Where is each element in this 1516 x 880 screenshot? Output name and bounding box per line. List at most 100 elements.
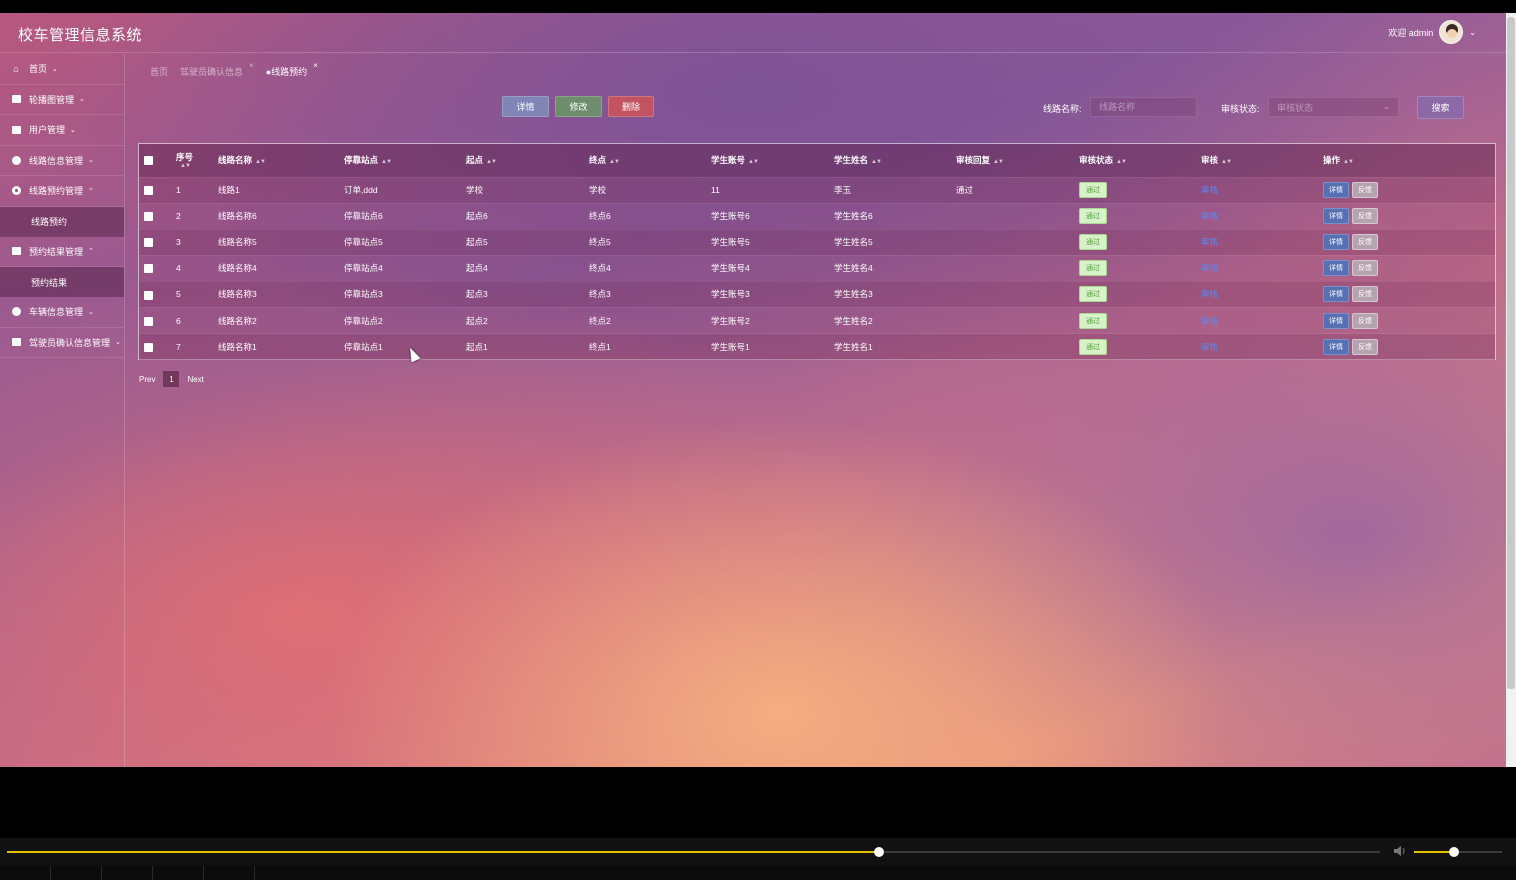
detail-button[interactable]: 详情	[502, 96, 549, 117]
cell-no: 4	[176, 263, 181, 274]
sidebar-subitem-route-booking[interactable]: 线路预约	[0, 206, 124, 237]
vertical-scrollbar[interactable]	[1506, 13, 1516, 767]
column-header-start[interactable]: 起点 ▲▼	[466, 144, 589, 177]
sidebar-item-drivers[interactable]: 驾驶员确认信息管理 ⌄	[0, 328, 124, 358]
search-button[interactable]: 搜索	[1417, 96, 1464, 119]
edit-button[interactable]: 修改	[555, 96, 602, 117]
column-header-end[interactable]: 终点 ▲▼	[589, 144, 711, 177]
table-row[interactable]: 2 线路名称6 停靠站点6 起点6 终点6 学生账号6 学生姓名6 通过 审核 详情 反馈	[139, 203, 1495, 230]
sort-icon: ▲▼	[993, 159, 1004, 166]
close-icon[interactable]: ×	[313, 61, 318, 70]
cell-reply	[956, 307, 1079, 333]
column-header-student-name[interactable]: 学生姓名 ▲▼	[834, 144, 956, 177]
cell-start: 起点1	[466, 341, 488, 352]
row-checkbox[interactable]	[144, 264, 153, 274]
column-header-route-name[interactable]: 线路名称 ▲▼	[218, 144, 344, 177]
row-checkbox[interactable]	[144, 316, 153, 326]
taskbar-slot[interactable]	[204, 866, 255, 880]
cell-reply	[956, 281, 1079, 307]
column-header-student-account[interactable]: 学生账号 ▲▼	[711, 144, 834, 177]
row-checkbox[interactable]	[144, 290, 153, 300]
table-row[interactable]: 7 线路名称1 停靠站点1 起点1 终点1 学生账号1 学生姓名1 通过 审核 详情 反馈	[139, 333, 1495, 360]
cell-end: 终点5	[589, 237, 611, 248]
app-window: 校车管理信息系统 欢迎 admin ⌄ ⌂ 首页 ⌄ 轮播图管理 ⌄ 用户管理 …	[0, 13, 1516, 767]
audit-link[interactable]: 审核	[1201, 237, 1218, 247]
row-feedback-button[interactable]: 反馈	[1352, 312, 1378, 329]
sidebar-item-home[interactable]: ⌂ 首页 ⌄	[0, 54, 124, 85]
column-header-audit[interactable]: 审核 ▲▼	[1201, 144, 1323, 177]
volume-icon[interactable]	[1393, 845, 1407, 857]
prev-page-button[interactable]: Prev	[139, 375, 155, 384]
cell-name: 线路名称6	[218, 211, 257, 222]
audit-link[interactable]: 审核	[1201, 185, 1218, 195]
row-detail-button[interactable]: 详情	[1323, 234, 1349, 251]
progress-slider[interactable]	[7, 847, 1380, 857]
table-row[interactable]: 4 线路名称4 停靠站点4 起点4 终点4 学生账号4 学生姓名4 通过 审核 详情 反馈	[139, 255, 1495, 282]
audit-link[interactable]: 审核	[1201, 316, 1218, 326]
sidebar-item-carousel[interactable]: 轮播图管理 ⌄	[0, 85, 124, 115]
volume-slider[interactable]	[1414, 847, 1502, 857]
row-feedback-button[interactable]: 反馈	[1352, 182, 1378, 199]
row-feedback-button[interactable]: 反馈	[1352, 234, 1378, 251]
table-row[interactable]: 3 线路名称5 停靠站点5 起点5 终点5 学生账号5 学生姓名5 通过 审核 详情 反馈	[139, 229, 1495, 256]
current-page[interactable]: 1	[163, 371, 180, 387]
audit-link[interactable]: 审核	[1201, 263, 1218, 273]
user-menu[interactable]: 欢迎 admin ⌄	[1388, 20, 1476, 44]
route-name-input[interactable]	[1090, 97, 1197, 117]
audit-status-select[interactable]: 审核状态 ⌄	[1268, 97, 1399, 117]
volume-handle[interactable]	[1448, 847, 1459, 857]
audit-link[interactable]: 审核	[1201, 211, 1218, 221]
progress-handle[interactable]	[873, 847, 884, 857]
sidebar-item-vehicles[interactable]: 车辆信息管理 ⌄	[0, 297, 124, 328]
row-feedback-button[interactable]: 反馈	[1352, 260, 1378, 277]
table-row[interactable]: 6 线路名称2 停靠站点2 起点2 终点2 学生账号2 学生姓名2 通过 审核 详情 反馈	[139, 307, 1495, 334]
row-feedback-button[interactable]: 反馈	[1352, 338, 1378, 355]
row-feedback-button[interactable]: 反馈	[1352, 208, 1378, 225]
row-detail-button[interactable]: 详情	[1323, 182, 1349, 199]
cell-stop: 停靠站点5	[344, 237, 383, 248]
delete-button[interactable]: 删除	[608, 96, 654, 117]
taskbar-slot[interactable]	[102, 866, 153, 880]
row-checkbox[interactable]	[144, 212, 153, 222]
column-header-actions[interactable]: 操作 ▲▼	[1323, 144, 1495, 177]
taskbar-slot[interactable]	[0, 866, 51, 880]
cell-actions: 详情 反馈	[1323, 229, 1495, 255]
sidebar-subitem-booking-result[interactable]: 预约结果	[0, 267, 124, 297]
row-detail-button[interactable]: 详情	[1323, 208, 1349, 225]
row-detail-button[interactable]: 详情	[1323, 338, 1349, 355]
column-header-stops[interactable]: 停靠站点 ▲▼	[344, 144, 466, 177]
sidebar-item-bookings[interactable]: 线路预约管理 ⌃	[0, 176, 124, 207]
row-checkbox[interactable]	[144, 186, 153, 196]
table-row[interactable]: 5 线路名称3 停靠站点3 起点3 终点3 学生账号3 学生姓名3 通过 审核 详情 反馈	[139, 281, 1495, 308]
row-detail-button[interactable]: 详情	[1323, 260, 1349, 277]
column-header-audit-status[interactable]: 审核状态 ▲▼	[1079, 144, 1201, 177]
next-page-button[interactable]: Next	[187, 375, 203, 384]
audit-status-placeholder: 审核状态	[1277, 102, 1314, 113]
table-row[interactable]: 1 线路1 订单,ddd 学校 学校 11 李玉 通过 通过 审核 详情 反馈	[139, 177, 1495, 204]
tab-driver-confirm[interactable]: 驾驶员确认信息 ×	[180, 61, 254, 78]
scrollbar-thumb[interactable]	[1507, 17, 1515, 689]
row-feedback-button[interactable]: 反馈	[1352, 286, 1378, 303]
row-checkbox[interactable]	[144, 342, 153, 352]
select-all-checkbox[interactable]	[144, 156, 153, 166]
tab-home[interactable]: 首页	[150, 65, 168, 78]
row-detail-button[interactable]: 详情	[1323, 312, 1349, 329]
sidebar-item-results[interactable]: 预约结果管理 ⌃	[0, 237, 124, 267]
row-detail-button[interactable]: 详情	[1323, 286, 1349, 303]
chevron-down-icon[interactable]: ⌄	[1469, 28, 1476, 37]
audit-link[interactable]: 审核	[1201, 342, 1218, 352]
audit-link[interactable]: 审核	[1201, 289, 1218, 299]
sidebar-item-routes[interactable]: 线路信息管理 ⌄	[0, 146, 124, 176]
cell-stop: 停靠站点2	[344, 315, 383, 326]
tab-route-booking[interactable]: ●线路预约 ×	[266, 61, 318, 78]
avatar[interactable]	[1439, 20, 1464, 44]
taskbar-slot[interactable]	[153, 866, 204, 880]
taskbar-slot[interactable]	[51, 866, 102, 880]
column-header-audit-reply[interactable]: 审核回复 ▲▼	[956, 144, 1079, 177]
row-checkbox[interactable]	[144, 238, 153, 248]
cell-audit: 审核	[1201, 307, 1323, 333]
taskbar	[0, 866, 1516, 880]
sidebar-item-users[interactable]: 用户管理 ⌄	[0, 115, 124, 146]
column-header-no[interactable]: 序号 ▲▼	[176, 144, 218, 177]
close-icon[interactable]: ×	[249, 61, 254, 70]
